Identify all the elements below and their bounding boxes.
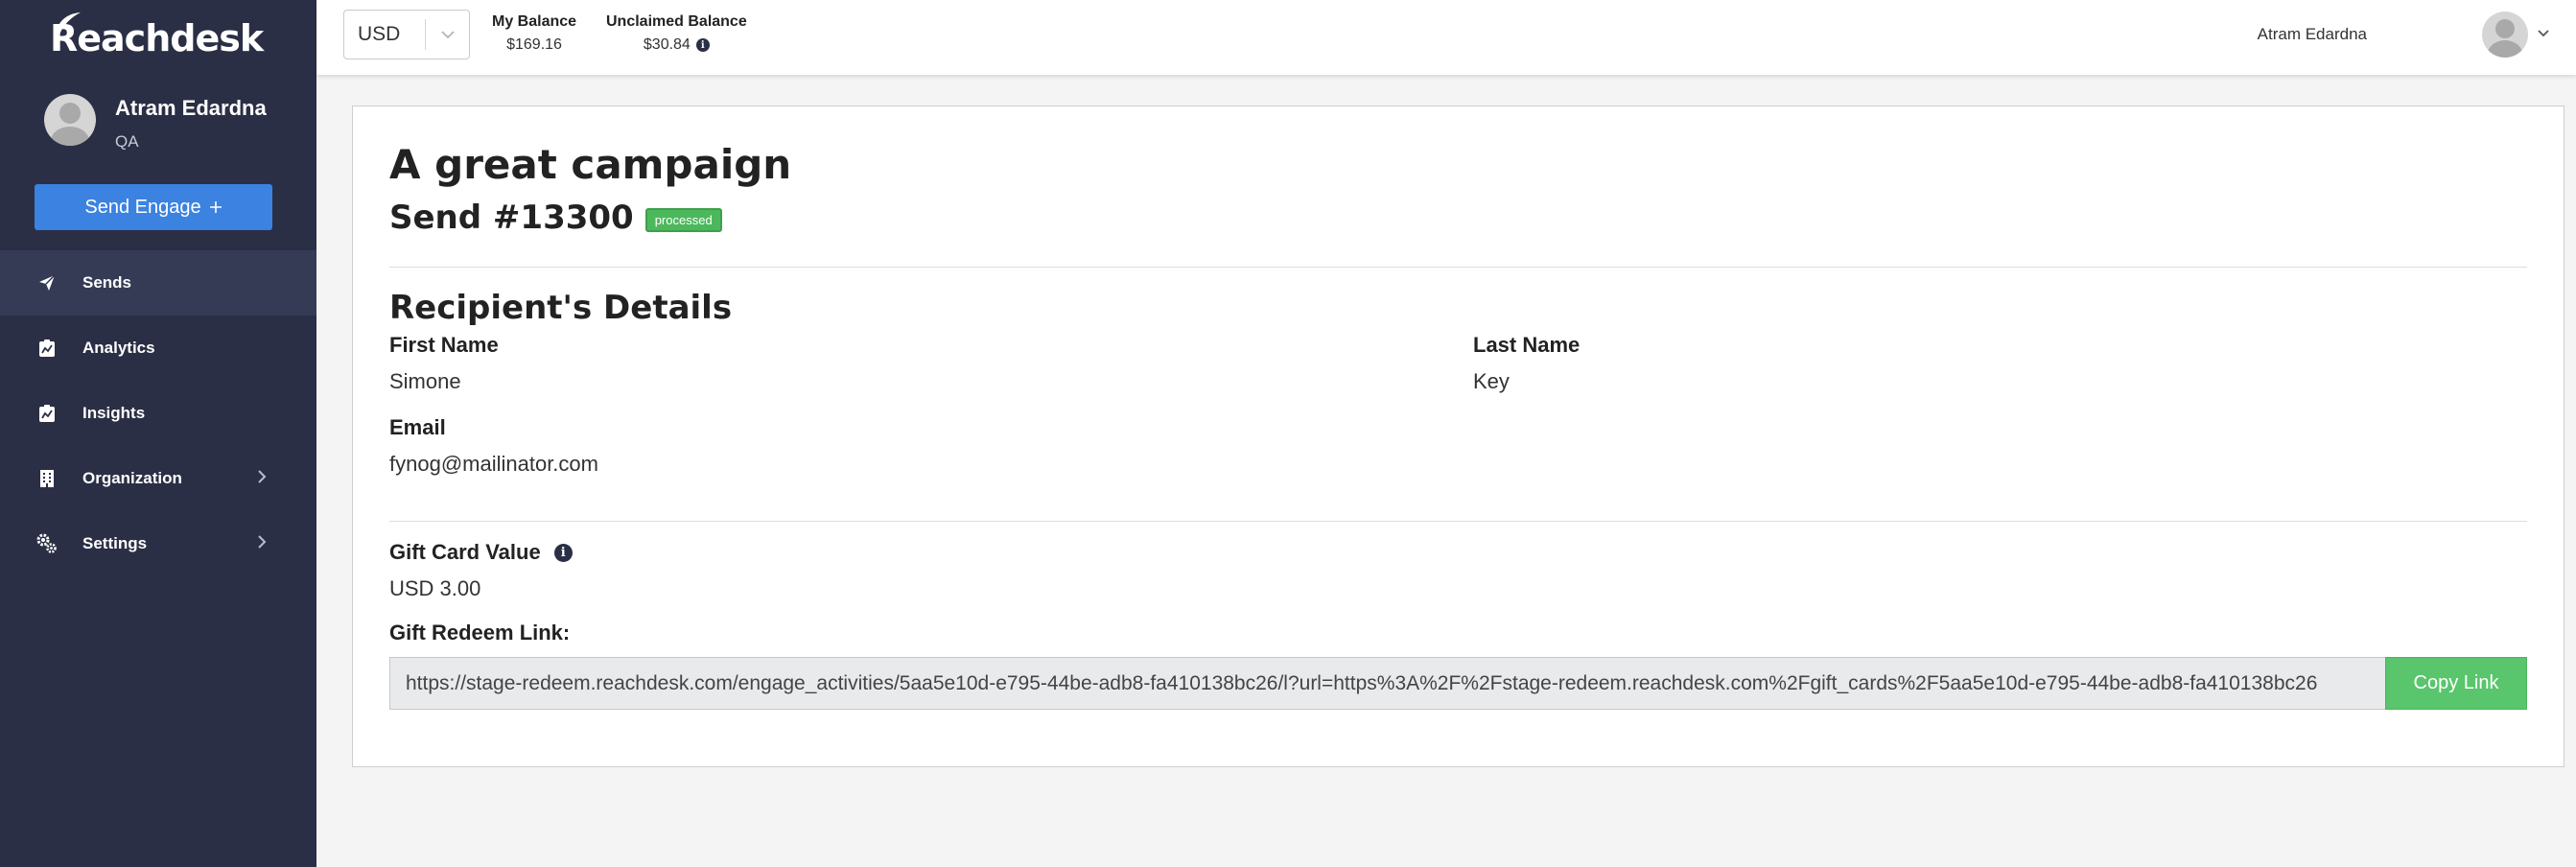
sidebar-nav: Sends Analytics Insights Organization Se… [0, 250, 316, 576]
sidebar-item-organization[interactable]: Organization [0, 446, 316, 511]
gift-redeem-link-label: Gift Redeem Link: [389, 621, 571, 644]
last-name-value: Key [1473, 369, 1510, 393]
my-balance: My Balance $169.16 [492, 13, 576, 54]
sidebar-item-label: Settings [82, 534, 148, 552]
chevron-right-icon [258, 535, 267, 549]
chevron-down-icon[interactable] [2538, 30, 2549, 37]
sidebar-item-insights[interactable]: Insights [0, 381, 316, 446]
info-icon[interactable]: i [695, 38, 710, 52]
sidebar-item-label: Analytics [82, 339, 155, 357]
unclaimed-balance-label: Unclaimed Balance [606, 13, 747, 30]
gift-card-value-label: Gift Card Value i [389, 540, 573, 565]
send-title: Send #13300 [389, 199, 634, 237]
header-user-name[interactable]: Atram Edardna [2258, 25, 2367, 44]
my-balance-label: My Balance [492, 13, 577, 30]
sidebar-profile: Atram Edardna QA [44, 94, 267, 152]
sidebar-item-label: Organization [82, 469, 182, 487]
send-engage-label: Send Engage [84, 196, 201, 218]
currency-value: USD [358, 23, 401, 45]
profile-name: Atram Edardna [115, 96, 267, 120]
first-name-value: Simone [389, 369, 461, 393]
copy-link-button[interactable]: Copy Link [2385, 657, 2527, 710]
top-header: USD My Balance $169.16 Unclaimed Balance… [316, 0, 2576, 75]
chevron-down-icon [426, 30, 469, 39]
profile-role: QA [115, 132, 139, 151]
avatar [44, 94, 96, 146]
send-engage-button[interactable]: Send Engage [35, 184, 272, 230]
status-badge: processed [644, 207, 722, 232]
send-details-card: A great campaign Send #13300 processed R… [352, 105, 2564, 767]
avatar[interactable] [2482, 12, 2528, 58]
paper-plane-icon [36, 272, 58, 293]
plus-icon [209, 201, 222, 213]
unclaimed-balance: Unclaimed Balance $30.84 i [606, 13, 747, 54]
chart-clipboard-icon [36, 403, 58, 424]
recipient-section-title: Recipient's Details [389, 289, 733, 327]
gift-card-value-label-text: Gift Card Value [389, 540, 541, 564]
building-icon [36, 468, 58, 489]
unclaimed-balance-value: $30.84 [643, 36, 691, 53]
divider [389, 521, 2527, 522]
sidebar-item-sends[interactable]: Sends [0, 250, 316, 316]
last-name-label: Last Name [1473, 333, 1581, 357]
sidebar: Reachdesk Atram Edardna QA Send Engage S… [0, 0, 316, 867]
chevron-right-icon [258, 470, 267, 483]
logo-swoosh-icon [56, 12, 81, 35]
email-value: fynog@mailinator.com [389, 452, 598, 476]
chart-clipboard-icon [36, 338, 58, 359]
divider [389, 267, 2527, 268]
info-icon[interactable]: i [553, 543, 573, 562]
sidebar-item-label: Sends [82, 273, 132, 292]
first-name-label: First Name [389, 333, 499, 357]
sidebar-item-analytics[interactable]: Analytics [0, 316, 316, 381]
gears-icon [36, 533, 58, 554]
sidebar-item-label: Insights [82, 404, 146, 422]
campaign-title: A great campaign [389, 141, 792, 188]
sidebar-item-settings[interactable]: Settings [0, 511, 316, 576]
email-label: Email [389, 415, 446, 439]
logo[interactable]: Reachdesk [50, 12, 264, 65]
currency-select[interactable]: USD [343, 10, 470, 59]
my-balance-value: $169.16 [506, 36, 562, 53]
gift-card-value: USD 3.00 [389, 576, 481, 600]
gift-redeem-link-input[interactable] [389, 657, 2385, 710]
